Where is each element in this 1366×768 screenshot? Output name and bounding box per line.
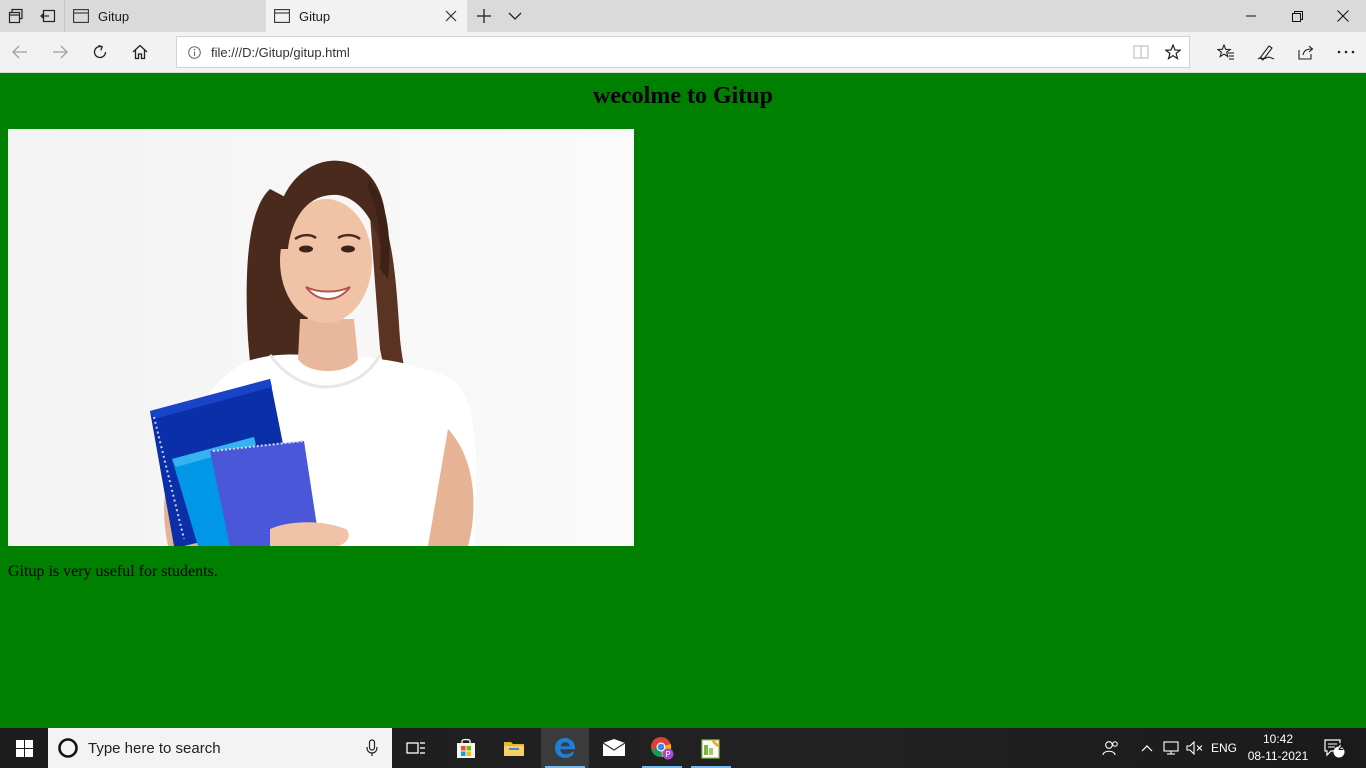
new-tab-icon[interactable] <box>468 0 500 32</box>
page-icon <box>73 8 89 24</box>
pen-notes-icon[interactable] <box>1246 32 1286 72</box>
address-bar[interactable]: file:///D:/Gitup/gitup.html <box>176 36 1190 68</box>
forward-button[interactable] <box>40 32 80 72</box>
chrome-icon[interactable]: P <box>638 728 686 768</box>
chevron-down-icon[interactable] <box>500 0 530 32</box>
tab-title: Gitup <box>98 8 130 24</box>
share-icon[interactable] <box>1286 32 1326 72</box>
task-view-icon[interactable] <box>392 728 440 768</box>
web-page: wecolme to Gitup Gitup is very useful fo… <box>0 73 1366 728</box>
system-clock[interactable]: 10:42 08-11-2021 <box>1242 728 1314 768</box>
svg-text:P: P <box>665 750 670 759</box>
favorite-star-icon[interactable] <box>1157 37 1189 67</box>
network-icon[interactable] <box>1160 728 1184 768</box>
cortana-icon[interactable] <box>48 728 88 768</box>
student-photo <box>8 129 634 546</box>
windows-start-icon[interactable] <box>0 728 48 768</box>
page-icon <box>274 8 290 24</box>
clock-date: 08-11-2021 <box>1247 749 1309 763</box>
people-icon[interactable] <box>1096 728 1126 768</box>
mail-icon[interactable] <box>590 728 638 768</box>
tab-actions-icon[interactable] <box>0 0 32 32</box>
restore-button[interactable] <box>1274 0 1320 32</box>
page-heading: wecolme to Gitup <box>593 83 773 109</box>
navigation-bar: file:///D:/Gitup/gitup.html <box>0 32 1366 73</box>
page-paragraph: Gitup is very useful for students. <box>8 563 218 580</box>
minimize-button[interactable] <box>1228 0 1274 32</box>
back-button[interactable] <box>0 32 40 72</box>
language-indicator[interactable]: ENG <box>1208 728 1240 768</box>
microsoft-store-icon[interactable] <box>442 728 490 768</box>
taskbar: Type here to search P ENG 10:42 08-11-20… <box>0 728 1366 768</box>
edge-browser-icon[interactable] <box>541 728 589 768</box>
notification-count: 2 <box>1338 742 1344 753</box>
tab-title: Gitup <box>299 8 331 24</box>
chevron-up-icon[interactable] <box>1136 728 1158 768</box>
set-tabs-aside-icon[interactable] <box>32 0 64 32</box>
taskbar-search-box[interactable]: Type here to search <box>48 728 392 768</box>
notepad-plus-plus-icon[interactable] <box>687 728 735 768</box>
volume-muted-icon[interactable] <box>1184 728 1206 768</box>
more-options-icon[interactable] <box>1326 32 1366 72</box>
clock-time: 10:42 <box>1262 732 1294 746</box>
url-text[interactable]: file:///D:/Gitup/gitup.html <box>211 45 1125 60</box>
tab-active[interactable]: Gitup <box>266 0 467 32</box>
search-placeholder[interactable]: Type here to search <box>88 740 352 757</box>
refresh-button[interactable] <box>80 32 120 72</box>
action-center-icon[interactable]: 2 <box>1314 728 1354 768</box>
tab-bar: Gitup Gitup <box>0 0 1366 32</box>
tab-inactive[interactable]: Gitup <box>64 0 266 32</box>
close-window-button[interactable] <box>1320 0 1366 32</box>
reading-view-icon[interactable] <box>1125 37 1157 67</box>
file-explorer-icon[interactable] <box>490 728 538 768</box>
home-button[interactable] <box>120 32 160 72</box>
microphone-icon[interactable] <box>352 728 392 768</box>
close-tab-icon[interactable] <box>435 0 467 32</box>
favorites-hub-icon[interactable] <box>1206 32 1246 72</box>
info-icon[interactable] <box>177 37 211 67</box>
